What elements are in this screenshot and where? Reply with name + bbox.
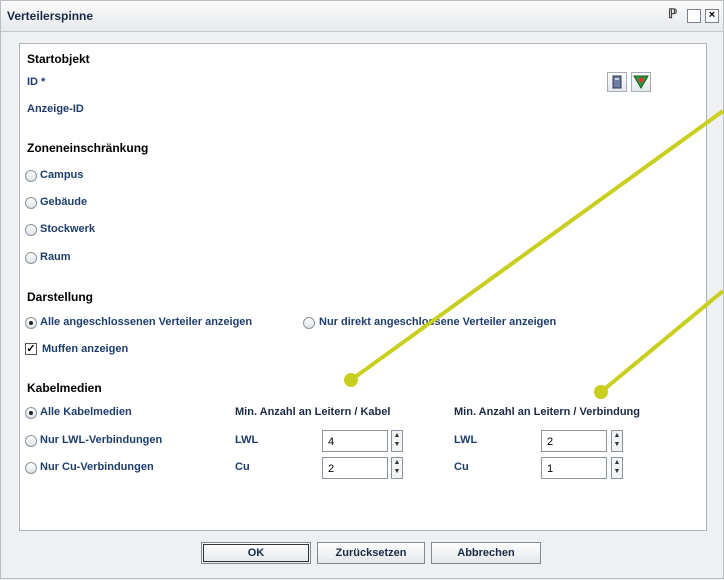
label-muffen: Muffen anzeigen: [42, 343, 129, 355]
conn-cu-spinner[interactable]: ▲ ▼: [611, 457, 623, 479]
radio-raum[interactable]: [25, 252, 37, 264]
display-id-label: Anzeige-ID: [27, 103, 84, 115]
close-icon[interactable]: ×: [705, 9, 719, 23]
label-all-media: Alle Kabelmedien: [40, 406, 132, 418]
radio-lwl-only[interactable]: [25, 435, 37, 447]
label-stockwerk: Stockwerk: [40, 223, 96, 235]
label-all-distributors: Alle angeschlossenen Verteiler anzeigen: [40, 316, 253, 328]
filter-button[interactable]: [631, 72, 651, 92]
checkbox-muffen[interactable]: ✓: [25, 343, 37, 355]
label-cu-only: Nur Cu-Verbindungen: [40, 461, 154, 473]
conn-lwl-spinner[interactable]: ▲ ▼: [611, 430, 623, 452]
radio-stockwerk[interactable]: [25, 224, 37, 236]
section-display: Darstellung: [27, 290, 94, 304]
cancel-button[interactable]: Abbrechen: [431, 542, 541, 564]
conn-cu-input[interactable]: 1: [541, 457, 607, 479]
cable-cu-input[interactable]: 2: [322, 457, 388, 479]
window-title: Verteilerspinne: [7, 9, 94, 23]
cable-lwl-input[interactable]: 4: [322, 430, 388, 452]
radio-cu-only[interactable]: [25, 462, 37, 474]
conn-cu-label: Cu: [454, 461, 469, 473]
id-label: ID *: [27, 76, 46, 88]
section-start: Startobjekt: [27, 52, 90, 66]
radio-direct-distributors[interactable]: [303, 317, 315, 329]
conn-lwl-label: LWL: [454, 434, 478, 446]
cable-cu-spinner[interactable]: ▲ ▼: [391, 457, 403, 479]
conn-lwl-input[interactable]: 2: [541, 430, 607, 452]
cable-lwl-label: LWL: [235, 434, 259, 446]
col-header-connection: Min. Anzahl an Leitern / Verbindung: [454, 406, 640, 418]
help-icon[interactable]: ℙ: [668, 6, 682, 21]
cable-cu-label: Cu: [235, 461, 250, 473]
select-object-button[interactable]: [607, 72, 627, 92]
radio-all-distributors[interactable]: [25, 317, 37, 329]
section-zone: Zoneneinschränkung: [27, 141, 149, 155]
ok-button[interactable]: OK: [201, 542, 311, 564]
radio-campus[interactable]: [25, 170, 37, 182]
label-gebaeude: Gebäude: [40, 196, 88, 208]
label-direct-distributors: Nur direkt angeschlossene Verteiler anze…: [319, 316, 557, 328]
title-bar[interactable]: Verteilerspinne ℙ ×: [1, 1, 723, 32]
label-campus: Campus: [40, 169, 84, 181]
filter-icon: [633, 75, 649, 89]
radio-gebaeude[interactable]: [25, 197, 37, 209]
cable-lwl-spinner[interactable]: ▲ ▼: [391, 430, 403, 452]
maximize-icon[interactable]: [687, 9, 701, 23]
section-cable: Kabelmedien: [27, 381, 102, 395]
radio-all-media[interactable]: [25, 407, 37, 419]
label-lwl-only: Nur LWL-Verbindungen: [40, 434, 163, 446]
select-object-icon: [612, 75, 622, 89]
dialog-window: Verteilerspinne ℙ × Startobjekt ID * Anz…: [0, 0, 724, 579]
col-header-cable: Min. Anzahl an Leitern / Kabel: [235, 406, 391, 418]
label-raum: Raum: [40, 251, 71, 263]
reset-button[interactable]: Zurücksetzen: [317, 542, 425, 564]
